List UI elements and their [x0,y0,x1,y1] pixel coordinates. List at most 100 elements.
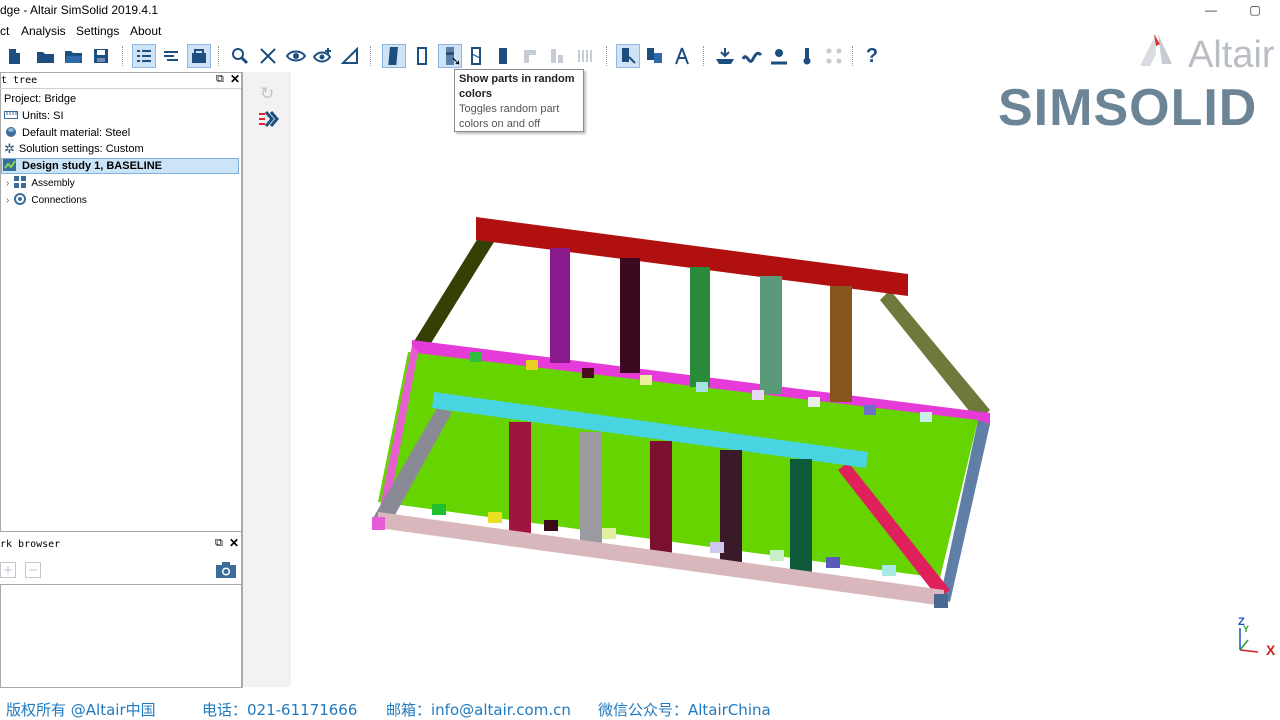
nodes-icon[interactable] [822,44,846,68]
eye-icon[interactable] [284,44,308,68]
post [509,422,531,537]
part-select-icon[interactable] [616,44,640,68]
bolt-icon[interactable] [767,44,791,68]
gear-icon: ✲ [4,141,15,156]
chevron-right-icon[interactable]: › [6,195,9,206]
ruler-icon [4,110,18,123]
faded-2-icon[interactable] [545,44,569,68]
tooltip: Show parts in random colors Toggles rand… [454,69,584,132]
close-icon[interactable]: ✕ [230,72,240,86]
bridge-model[interactable] [360,210,1000,620]
post [790,459,812,575]
open-folder-icon[interactable] [34,44,58,68]
new-icon[interactable] [2,44,26,68]
project-tree-body: Project: Bridge Units: SI Default materi… [0,88,241,531]
eye-plus-icon[interactable] [311,44,335,68]
toolbar-separator [606,46,608,66]
tree-item-assembly[interactable]: › Assembly [6,175,75,191]
workbrowser-title: rk browser [0,539,61,550]
tooltip-description: Toggles random part colors on and off [459,103,560,130]
footer-email: 邮箱：info@altair.com.cn [386,701,571,719]
chevron-right-icon[interactable]: › [6,178,9,189]
menu-analysis[interactable]: Analysis [21,24,66,38]
truss-left-far [413,238,494,348]
ruler-icon[interactable] [338,44,362,68]
tree-item-units[interactable]: Units: SI [4,108,64,124]
faded-1-icon[interactable] [518,44,542,68]
workbrowser-list [0,584,242,688]
measure-icon[interactable] [670,44,694,68]
help-icon[interactable]: ? [860,44,884,68]
study-icon [2,158,18,175]
tree-item-label: Units: SI [22,110,64,122]
tree-item-connections[interactable]: › Connections [6,192,87,208]
list-icon[interactable] [132,44,156,68]
tree-item-solution[interactable]: ✲ Solution settings: Custom [4,141,144,157]
tree-item-design-study[interactable]: Design study 1, BASELINE [1,158,239,174]
tree-item-label: Solution settings: Custom [18,143,144,155]
tree-item-label: Design study 1, BASELINE [22,160,162,172]
tree-item-label: Assembly [31,177,75,189]
workbrowser-panel: rk browser ⧉ ✕ [0,532,243,692]
part-multi-icon[interactable] [643,44,667,68]
menu-project[interactable]: ct [0,24,9,38]
menu-bar: ct Analysis Settings About [0,22,1280,40]
footer-copyright: 版权所有 @Altair中国 [6,701,156,719]
window-title: dge - Altair SimSolid 2019.4.1 [0,3,159,17]
close-icon[interactable]: ✕ [229,536,239,550]
wave-icon[interactable] [740,44,764,68]
camera-icon[interactable] [215,561,237,582]
mouse-cursor-icon: ➘ [451,54,462,68]
assembly-icon [13,175,27,192]
post [650,441,672,556]
connections-icon [13,192,27,209]
tree-item-label: Default material: Steel [22,127,131,139]
minimize-button[interactable]: — [1188,0,1234,22]
open-icon[interactable] [62,44,86,68]
faded-3-icon[interactable] [574,44,598,68]
lines-icon[interactable] [159,44,183,68]
rect-outline-icon[interactable] [410,44,434,68]
tree-item-label: Project: Bridge [4,93,77,105]
collapse-icon[interactable] [25,562,41,581]
thermo-icon[interactable] [795,44,819,68]
load-icon[interactable] [713,44,737,68]
footer-banner: 版权所有 @Altair中国 电话：021-61171666 邮箱：info@a… [0,696,1280,720]
post [550,248,570,363]
menu-about[interactable]: About [130,24,161,38]
material-icon [4,126,18,141]
hatched-icon[interactable] [464,44,488,68]
refresh-icon[interactable]: ↻ [260,84,274,104]
save-icon[interactable] [89,44,113,68]
post [760,276,782,394]
footer-phone: 电话：021-61171666 [202,701,358,719]
expand-icon[interactable] [0,562,16,581]
axis-y-label: Y [1243,624,1250,634]
tree-item-label: Connections [31,194,87,206]
toolbar-separator [218,46,220,66]
run-analysis-icon[interactable] [257,110,281,131]
bar-solid-icon[interactable] [382,44,406,68]
post [830,286,852,402]
post [620,258,640,373]
float-icon[interactable]: ⧉ [216,73,224,86]
toolbar-separator [122,46,124,66]
altair-logo-icon [1136,32,1180,71]
project-tree-header: t tree [1,73,242,89]
menu-settings[interactable]: Settings [76,24,119,38]
viewport-side-toolbar: ↻ [243,72,291,687]
toolbox-icon[interactable] [187,44,211,68]
simsolid-logo: SIMSOLID [998,79,1258,137]
inspect-icon[interactable] [228,44,252,68]
float-icon[interactable]: ⧉ [215,537,223,550]
scissor-icon[interactable] [256,44,280,68]
workbrowser-header: rk browser [0,537,241,553]
toolbar: ? [0,42,1280,70]
maximize-button[interactable]: ▢ [1232,0,1278,22]
bar-dark-icon[interactable] [491,44,515,68]
footer-wechat: 微信公众号：AltairChina [598,701,771,719]
tree-item-project[interactable]: Project: Bridge [4,91,76,107]
title-bar: dge - Altair SimSolid 2019.4.1 — ▢ [0,0,1280,22]
tree-item-material[interactable]: Default material: Steel [4,125,130,141]
tooltip-title: Show parts in random colors [459,73,575,100]
